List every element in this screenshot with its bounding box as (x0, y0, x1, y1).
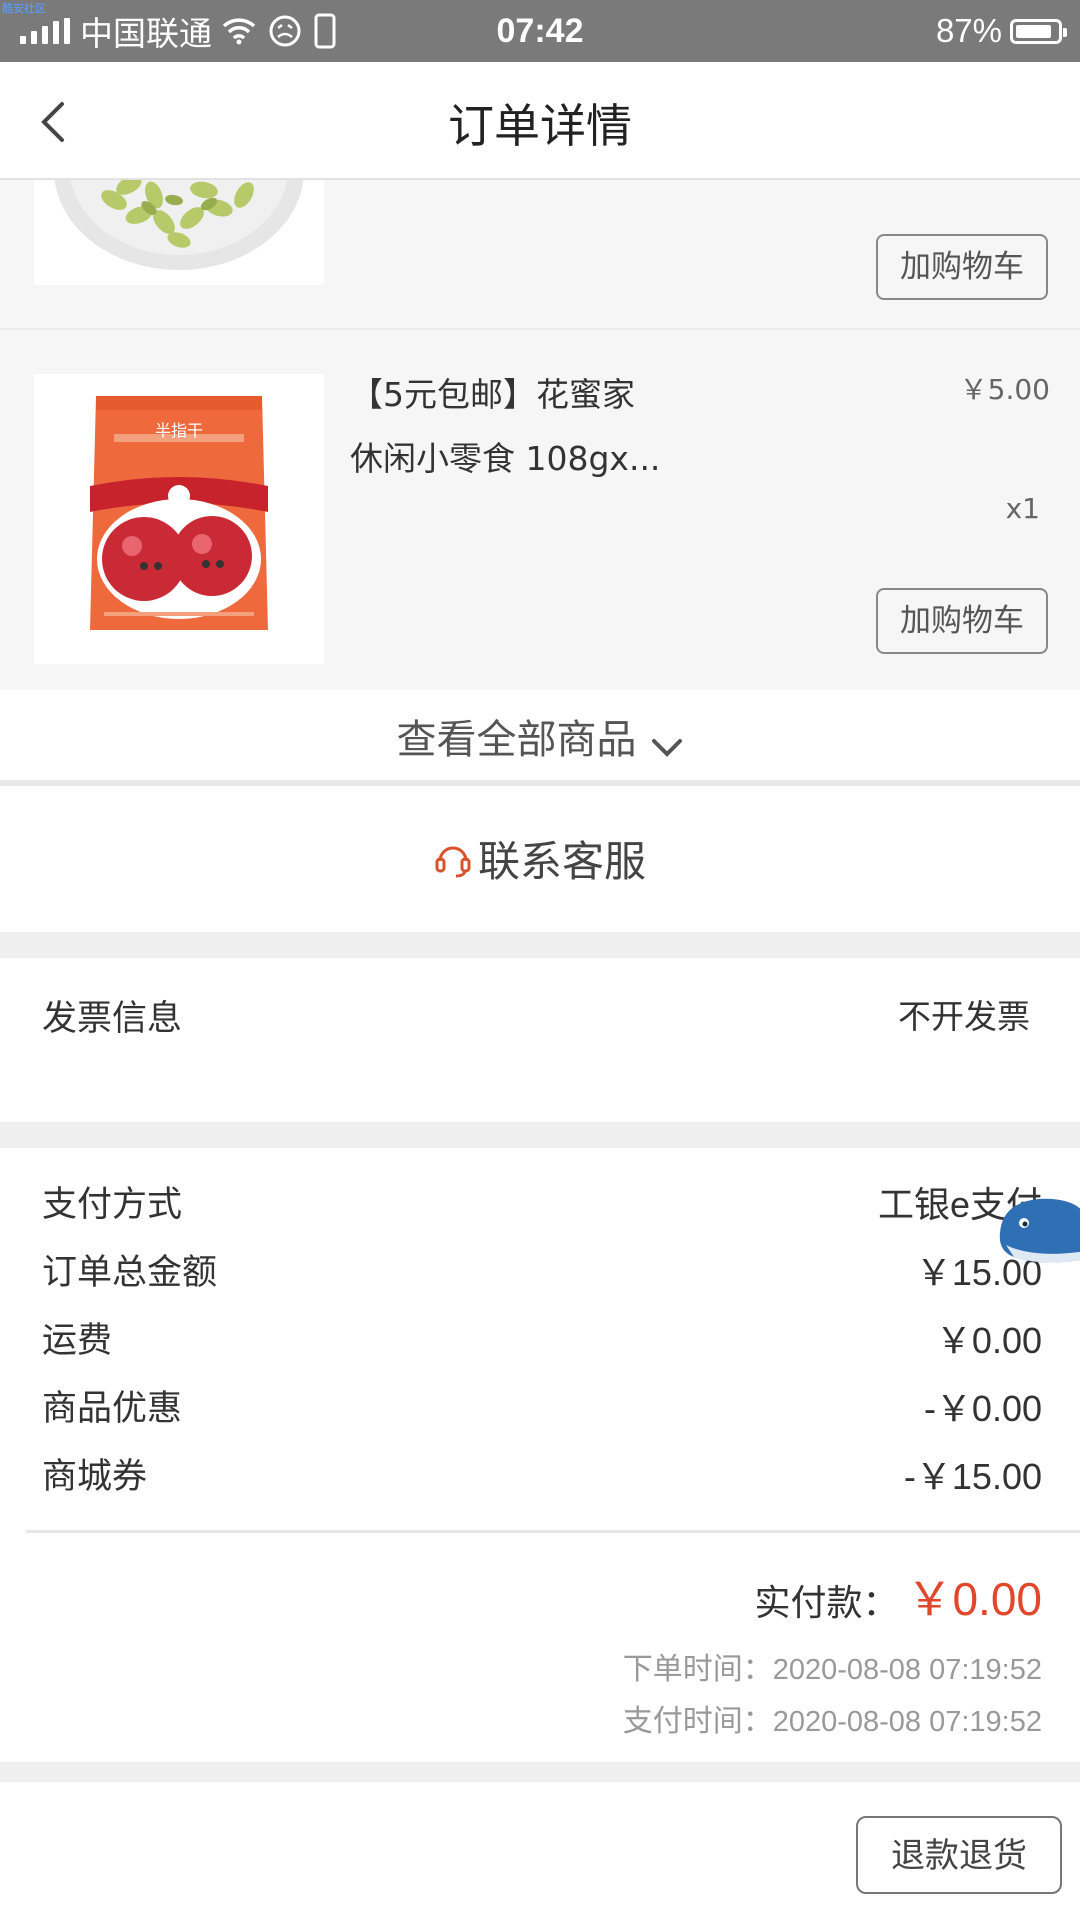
pay-time-label: 支付时间： (622, 1704, 773, 1739)
invoice-section: 发票信息 不开发票 (0, 958, 1080, 1122)
discount-value: -￥0.00 (923, 1388, 1042, 1429)
order-time-label: 下单时间： (622, 1652, 773, 1687)
chevron-down-icon (651, 738, 682, 757)
payment-section: 支付方式 工银e支付 订单总金额 ￥15.00 运费 ￥0.00 商品优惠 -￥… (0, 1148, 1080, 1762)
product-image-raisins[interactable] (34, 180, 324, 285)
view-all-products-button[interactable]: 查看全部商品 (0, 690, 1080, 780)
package-text: 半指干 (155, 421, 203, 440)
coupon-value: -￥15.00 (903, 1456, 1042, 1497)
nav-header: 订单详情 (0, 62, 1080, 180)
add-to-cart-button[interactable]: 加购物车 (876, 234, 1048, 300)
add-to-cart-button[interactable]: 加购物车 (876, 588, 1048, 654)
status-bar: 酷安社区 中国联通 07:42 87% (0, 0, 1080, 62)
page-title: 订单详情 (448, 99, 632, 153)
payment-method-row: 支付方式 工银e支付 (42, 1176, 1042, 1236)
clock: 07:42 (496, 12, 584, 50)
product-name-line1: 【5元包邮】花蜜家 (350, 375, 635, 414)
headset-icon (435, 846, 471, 877)
discount-row: 商品优惠 -￥0.00 (42, 1380, 1042, 1440)
invoice-value: 不开发票 (898, 997, 1030, 1036)
coupon-label: 商城券 (42, 1457, 148, 1497)
battery-icon (1010, 18, 1067, 44)
contact-service-button[interactable]: 联系客服 (0, 786, 1080, 932)
product-name[interactable]: 【5元包邮】花蜜家 休闲小零食 108gx... (350, 363, 730, 491)
product-quantity: x1 (1005, 492, 1040, 525)
payment-method-label: 支付方式 (42, 1185, 183, 1225)
battery-percent: 87% (935, 12, 1002, 49)
shipping-row: 运费 ￥0.00 (42, 1312, 1042, 1372)
order-total-label: 订单总金额 (42, 1253, 218, 1293)
coupon-row: 商城券 -￥15.00 (42, 1448, 1042, 1508)
order-time: 下单时间：2020-08-08 07:19:52 (623, 1644, 1042, 1688)
product-price: ￥5.00 (959, 373, 1050, 406)
invoice-label: 发票信息 (42, 999, 183, 1039)
order-total-row: 订单总金额 ￥15.00 (42, 1244, 1042, 1304)
product-list: 加购物车 半指干 【5元包邮】花蜜家 休闲小零食 108gx... ￥5.00 … (0, 180, 1080, 690)
shipping-label: 运费 (42, 1321, 113, 1361)
shipping-value: ￥0.00 (935, 1320, 1042, 1361)
discount-label: 商品优惠 (42, 1389, 183, 1429)
contact-service-label: 联系客服 (477, 837, 646, 886)
product-name-line2: 休闲小零食 108gx... (350, 439, 661, 478)
whale-icon (999, 1198, 1080, 1263)
order-time-value: 2020-08-08 07:19:52 (772, 1654, 1042, 1686)
refund-return-button[interactable]: 退款退货 (856, 1816, 1062, 1894)
divider (0, 328, 1080, 330)
bottom-action-bar: 退款退货 (0, 1782, 1080, 1920)
product-image-dried-apple[interactable]: 半指干 (34, 374, 324, 664)
actual-payment: 实付款： ￥0.00 (754, 1563, 1042, 1629)
view-all-label: 查看全部商品 (396, 717, 637, 763)
actual-payment-amount: ￥0.00 (906, 1573, 1042, 1625)
divider (26, 1530, 1080, 1533)
floating-assistant[interactable] (994, 1185, 1080, 1275)
actual-payment-label: 实付款： (754, 1583, 899, 1624)
pay-time-value: 2020-08-08 07:19:52 (772, 1706, 1042, 1738)
pay-time: 支付时间：2020-08-08 07:19:52 (623, 1696, 1042, 1740)
